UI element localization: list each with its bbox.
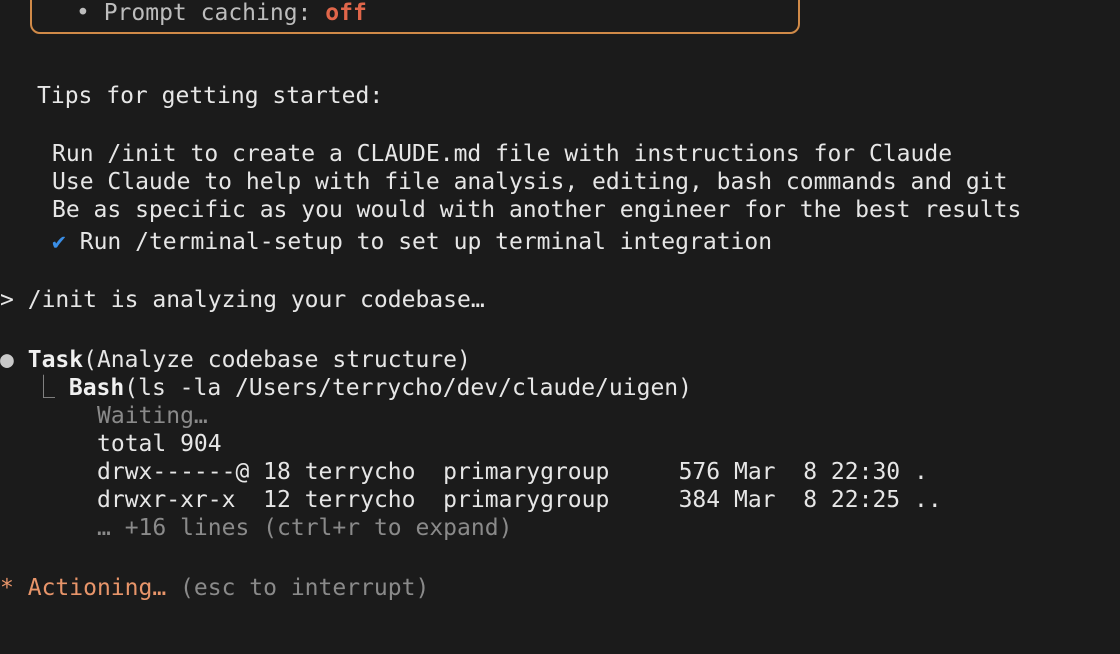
bullet-icon: ● [0, 347, 14, 373]
tip-item-1: Run /init to create a CLAUDE.md file wit… [52, 141, 953, 167]
status-line: * Actioning… (esc to interrupt) [0, 574, 429, 602]
bash-status: Waiting… [97, 403, 208, 429]
output-line-2: drwx------@ 18 terrycho primarygroup 576… [97, 459, 928, 485]
tip-item-3: Be as specific as you would with another… [52, 197, 1022, 223]
spinner-icon: * [0, 575, 14, 601]
bash-line: ⎿ Bash(ls -la /Users/terrycho/dev/claude… [32, 374, 692, 402]
output-line-3: drwxr-xr-x 12 terrycho primarygroup 384 … [97, 487, 942, 513]
output-line-1: total 904 [97, 431, 222, 457]
prompt-text: /init is analyzing your codebase… [27, 287, 485, 313]
prompt-caching-line: • Prompt caching: off [76, 0, 367, 26]
prompt-caching-label: • Prompt caching: [76, 0, 326, 26]
expand-hint: … +16 lines (ctrl+r to expand) [97, 515, 513, 541]
prompt-line: > /init is analyzing your codebase… [0, 286, 485, 314]
bash-tool-name: Bash [68, 375, 125, 401]
tips-heading: Tips for getting started: [37, 83, 384, 109]
tip-item-done: ✔ Run /terminal-setup to set up terminal… [52, 228, 772, 256]
tip-item-done-text: Run /terminal-setup to set up terminal i… [79, 229, 773, 255]
bash-args: (ls -la /Users/terrycho/dev/claude/uigen… [124, 375, 692, 401]
welcome-box: • Prompt caching: off [30, 0, 800, 34]
task-tool-name: Task [27, 347, 84, 373]
task-line: ● Task(Analyze codebase structure) [0, 346, 471, 374]
prompt-marker: > [0, 287, 14, 313]
tip-item-2: Use Claude to help with file analysis, e… [52, 169, 1008, 195]
checkmark-icon: ✔ [52, 229, 66, 255]
task-args: (Analyze codebase structure) [83, 347, 471, 373]
status-hint: (esc to interrupt) [166, 575, 430, 601]
prompt-caching-value: off [325, 0, 367, 26]
status-label: Actioning… [27, 575, 167, 601]
branch-icon: ⎿ [32, 375, 55, 401]
